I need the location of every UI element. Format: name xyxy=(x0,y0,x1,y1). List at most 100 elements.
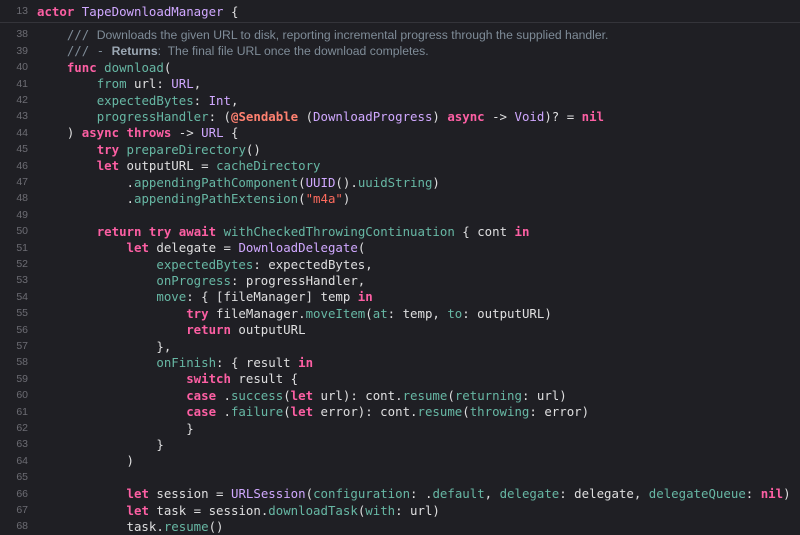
code-line[interactable]: 62 } xyxy=(0,420,800,436)
code-token: : ( xyxy=(208,108,231,124)
line-number: 13 xyxy=(16,5,28,17)
code-line[interactable]: 48 .appendingPathExtension("m4a") xyxy=(0,190,800,206)
code-line[interactable]: 42 expectedBytes: Int, xyxy=(0,92,800,108)
code-line[interactable]: 52 expectedBytes: expectedBytes, xyxy=(0,256,800,272)
code-token: try xyxy=(186,305,209,321)
code-token: delegateQueue xyxy=(648,486,746,502)
scope-declaration: actor TapeDownloadManager { xyxy=(37,4,238,19)
code-token: failure xyxy=(230,404,284,420)
code-token: appendingPathComponent xyxy=(133,174,299,190)
code-token: ) xyxy=(37,125,82,141)
code-token: prepareDirectory xyxy=(126,141,246,157)
line-code: ) xyxy=(37,453,134,468)
code-line[interactable]: 45 try prepareDirectory() xyxy=(0,141,800,157)
line-code: move: { [fileManager] temp in xyxy=(37,289,372,304)
line-number: 62 xyxy=(16,422,28,435)
code-line[interactable]: 49 xyxy=(0,207,800,223)
code-line[interactable]: 50 return try await withCheckedThrowingC… xyxy=(0,223,800,239)
code-token: ( xyxy=(357,240,366,256)
code-token: from xyxy=(96,76,127,92)
line-code: let task = session.downloadTask(with: ur… xyxy=(37,503,440,518)
code-line[interactable]: 57 }, xyxy=(0,338,800,354)
line-code: expectedBytes: expectedBytes, xyxy=(37,256,373,272)
code-line[interactable]: 64 ) xyxy=(0,453,800,469)
line-code: } xyxy=(37,421,193,436)
code-token: result { xyxy=(230,371,299,387)
line-number: 50 xyxy=(16,225,28,238)
code-token: : url) xyxy=(395,502,440,518)
line-number: 60 xyxy=(16,389,28,402)
code-token: appendingPathExtension xyxy=(133,190,299,206)
line-code: /// - Returns: The final file URL once t… xyxy=(37,43,429,58)
code-line[interactable]: 44 ) async throws -> URL { xyxy=(0,125,800,141)
line-number: 66 xyxy=(16,487,28,500)
code-token: Void xyxy=(514,108,545,124)
code-line[interactable]: 56 return outputURL xyxy=(0,322,800,338)
code-token: ( xyxy=(163,59,172,75)
code-token: url: xyxy=(126,76,172,92)
code-line[interactable]: 43 progressHandler: (@Sendable (Download… xyxy=(0,108,800,124)
code-line[interactable]: 66 let session = URLSession(configuratio… xyxy=(0,486,800,502)
code-token: : The final file URL once the download c… xyxy=(157,44,429,59)
code-token: case xyxy=(186,387,217,403)
code-token: (). xyxy=(335,174,358,190)
code-token: . xyxy=(37,174,134,190)
code-line[interactable]: 38 /// Downloads the given URL to disk, … xyxy=(0,26,800,42)
line-number: 55 xyxy=(16,307,28,320)
code-token: to xyxy=(447,305,463,321)
code-token: expectedBytes xyxy=(156,256,254,272)
code-token: task = session. xyxy=(148,502,269,518)
code-token: Int xyxy=(208,92,231,108)
line-number: 67 xyxy=(16,504,28,517)
code-line[interactable]: 54 move: { [fileManager] temp in xyxy=(0,289,800,305)
code-token: : expectedBytes, xyxy=(253,256,373,272)
code-line[interactable]: 46 let outputURL = cacheDirectory xyxy=(0,158,800,174)
code-line[interactable]: 65 xyxy=(0,469,800,485)
code-line[interactable]: 61 case .failure(let error): cont.resume… xyxy=(0,404,800,420)
code-line[interactable]: 39 /// - Returns: The final file URL onc… xyxy=(0,43,800,59)
code-line[interactable]: 60 case .success(let url): cont.resume(r… xyxy=(0,387,800,403)
line-number: 44 xyxy=(16,126,28,139)
code-token: { cont xyxy=(454,223,515,239)
code-line[interactable]: 41 from url: URL, xyxy=(0,76,800,92)
line-code: }, xyxy=(37,339,171,354)
line-number: 57 xyxy=(16,340,28,353)
code-line[interactable]: 67 let task = session.downloadTask(with:… xyxy=(0,502,800,518)
code-token: onFinish xyxy=(156,354,217,370)
code-token: : { result xyxy=(216,354,299,370)
code-token: async xyxy=(447,108,485,124)
line-code: onFinish: { result in xyxy=(37,355,313,370)
code-line[interactable]: 55 try fileManager.moveItem(at: temp, to… xyxy=(0,305,800,321)
code-line[interactable]: 53 onProgress: progressHandler, xyxy=(0,272,800,288)
code-token: await xyxy=(178,223,217,239)
code-token: let xyxy=(290,387,314,403)
code-line[interactable]: 63 } xyxy=(0,436,800,452)
code-line[interactable]: 40 func download( xyxy=(0,59,800,75)
code-line[interactable]: 59 switch result { xyxy=(0,371,800,387)
code-token: . xyxy=(216,404,231,420)
code-token: TapeDownloadManager xyxy=(81,3,224,19)
code-editor[interactable]: 13 actor TapeDownloadManager { 38 /// Do… xyxy=(0,0,800,535)
code-token: { xyxy=(223,125,239,141)
code-line[interactable]: 68 task.resume() xyxy=(0,518,800,534)
code-line[interactable]: 58 onFinish: { result in xyxy=(0,354,800,370)
line-number: 45 xyxy=(16,143,28,156)
sticky-scope-header[interactable]: 13 actor TapeDownloadManager { xyxy=(0,0,800,23)
code-token: try xyxy=(96,141,120,157)
code-line[interactable]: 47 .appendingPathComponent(UUID().uuidSt… xyxy=(0,174,800,190)
code-line[interactable]: 51 let delegate = DownloadDelegate( xyxy=(0,240,800,256)
line-number: 40 xyxy=(16,61,28,74)
line-number: 51 xyxy=(16,241,28,254)
code-token: }, xyxy=(37,338,172,354)
code-token: resume xyxy=(402,387,448,403)
